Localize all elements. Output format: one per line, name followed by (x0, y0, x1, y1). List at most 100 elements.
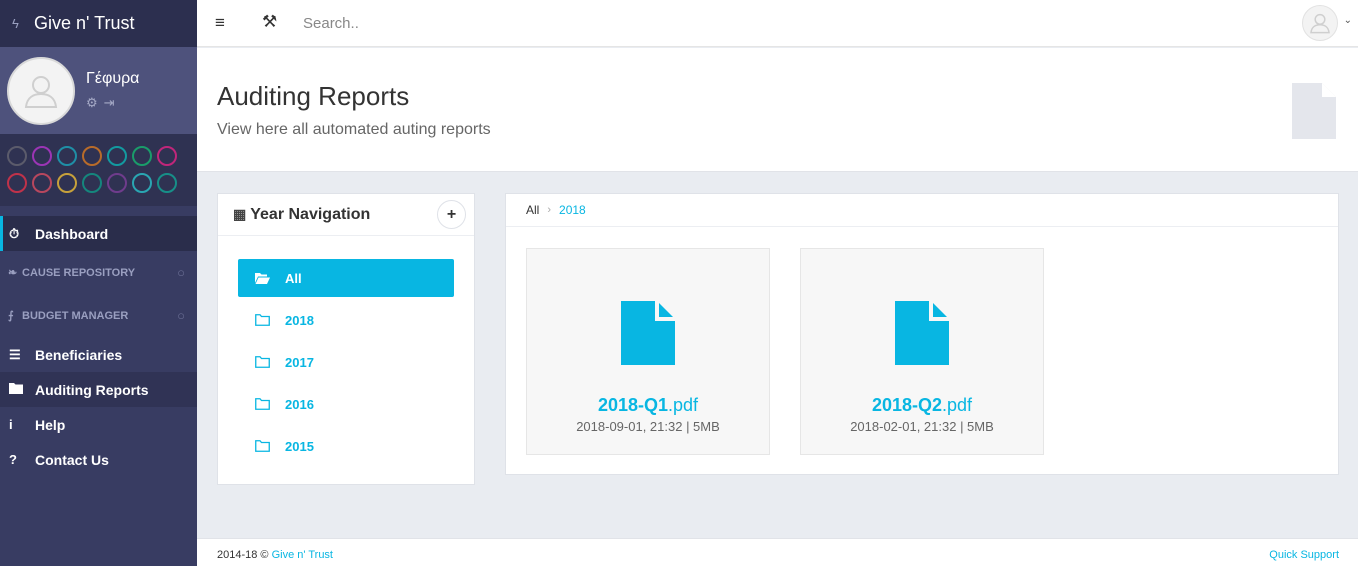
footer: 2014-18 © Give n' Trust Quick Support (197, 538, 1358, 566)
file-name-base: 2018-Q2 (871, 395, 943, 415)
theme-color-swatch[interactable] (157, 173, 177, 193)
theme-color-swatch[interactable] (132, 173, 152, 193)
file-name-base: 2018-Q1 (597, 395, 669, 415)
theme-color-swatch[interactable] (32, 146, 52, 166)
info-icon: i (9, 417, 13, 432)
user-menu-avatar[interactable] (1302, 5, 1338, 41)
sidebar-item-label: Help (35, 416, 66, 433)
user-silhouette-icon (24, 76, 58, 108)
theme-color-swatch[interactable] (82, 146, 102, 166)
stopwatch-icon: ⏱ (9, 225, 20, 241)
theme-color-swatch[interactable] (107, 173, 127, 193)
hamburger-menu-icon[interactable]: ≡ (215, 13, 225, 33)
year-item-label: 2016 (285, 396, 314, 412)
theme-color-swatch[interactable] (57, 146, 77, 166)
tools-icon[interactable]: ⚒ (262, 12, 277, 32)
sidebar-item-dashboard[interactable]: ⏱ Dashboard (0, 216, 197, 251)
year-item[interactable]: 2015 (238, 427, 454, 465)
theme-color-swatch[interactable] (107, 146, 127, 166)
page-subtitle: View here all automated auting reports (217, 121, 491, 138)
theme-row (7, 146, 197, 166)
breadcrumb: All › 2018 (506, 194, 1338, 227)
theme-color-swatch[interactable] (82, 173, 102, 193)
user-actions: ⚙⇥ (86, 95, 121, 111)
theme-color-swatch[interactable] (7, 173, 27, 193)
theme-picker (0, 134, 197, 206)
year-item[interactable]: 2017 (238, 343, 454, 381)
sidebar-section-budget-manager[interactable]: ⨍ BUDGET MANAGER ○ (0, 294, 197, 337)
search-input[interactable] (303, 10, 703, 36)
footer-company-link[interactable]: Give n' Trust (272, 549, 333, 561)
file-icon (621, 301, 675, 365)
folder-icon (9, 382, 35, 397)
file-card[interactable]: 2018-Q1.pdf 2018-09-01, 21:32 | 5MB (526, 248, 770, 455)
user-silhouette-icon (1310, 13, 1330, 34)
year-navigation-header: ▦ Year Navigation + (218, 194, 474, 236)
footer-years: 2014-18 © (217, 549, 269, 561)
files-panel: All › 2018 2018-Q1.pdf 2018-09-01, 21:32… (505, 193, 1339, 475)
folder-open-icon (255, 272, 285, 284)
lightbulb-icon[interactable]: ○ (177, 265, 185, 280)
theme-color-swatch[interactable] (32, 173, 52, 193)
page-header: Auditing Reports View here all automated… (197, 48, 1358, 172)
theme-row (7, 173, 197, 193)
file-meta: 2018-09-01, 21:32 | 5MB (576, 419, 720, 434)
year-item-label: All (285, 270, 302, 286)
quick-support-link[interactable]: Quick Support (1269, 549, 1339, 561)
sidebar-item-help[interactable]: i Help (0, 407, 197, 442)
file-extension: .pdf (668, 395, 699, 415)
theme-color-swatch[interactable] (57, 173, 77, 193)
year-navigation-panel: ▦ Year Navigation + All 2018 2017 2016 2015 (217, 193, 475, 485)
theme-color-swatch[interactable] (7, 146, 27, 166)
file-name[interactable]: 2018-Q1.pdf (527, 395, 769, 416)
sidebar-item-label: Dashboard (35, 225, 109, 242)
year-item-label: 2017 (285, 354, 314, 370)
file-meta: 2018-02-01, 21:32 | 5MB (850, 419, 994, 434)
sidebar-section-label: CAUSE REPOSITORY (22, 266, 136, 279)
gear-icon[interactable]: ⚙ (86, 95, 104, 110)
bolt-icon: ϟ (12, 16, 19, 31)
file-name[interactable]: 2018-Q2.pdf (801, 395, 1043, 416)
user-profile: Γέφυρα ⚙⇥ (0, 47, 197, 134)
breadcrumb-root[interactable]: All (526, 203, 539, 217)
sidebar: ϟ Give n' Trust Γέφυρα ⚙⇥ ⏱ Dashboard ❧ … (0, 0, 197, 566)
folder-icon (255, 398, 285, 410)
cart-icon: ⨍ (8, 310, 14, 322)
sidebar-menu: ⏱ Dashboard ❧ CAUSE REPOSITORY ○ ⨍ BUDGE… (0, 206, 197, 477)
year-item-label: 2015 (285, 438, 314, 454)
sidebar-item-contact-us[interactable]: ? Contact Us (0, 442, 197, 477)
calendar-icon: ▦ (233, 206, 247, 222)
sidebar-section-label: BUDGET MANAGER (22, 309, 129, 322)
sidebar-item-auditing-reports[interactable]: Auditing Reports (0, 372, 197, 407)
logout-icon[interactable]: ⇥ (104, 95, 121, 110)
chevron-right-icon: › (547, 204, 552, 216)
file-icon (895, 301, 949, 365)
list-icon: ☰ (9, 346, 21, 362)
page-title: Auditing Reports (217, 81, 410, 111)
footer-copyright: 2014-18 © Give n' Trust (217, 549, 333, 561)
year-navigation-title: Year Navigation (250, 205, 371, 223)
year-list: All 2018 2017 2016 2015 (218, 236, 474, 465)
sidebar-item-label: Auditing Reports (35, 381, 149, 398)
year-item[interactable]: 2018 (238, 301, 454, 339)
leaf-icon: ❧ (8, 267, 18, 279)
file-extension: .pdf (942, 395, 973, 415)
sidebar-item-beneficiaries[interactable]: ☰ Beneficiaries (0, 337, 197, 372)
year-item[interactable]: All (238, 259, 454, 297)
file-card[interactable]: 2018-Q2.pdf 2018-02-01, 21:32 | 5MB (800, 248, 1044, 455)
breadcrumb-current[interactable]: 2018 (559, 203, 586, 217)
sidebar-section-cause-repository[interactable]: ❧ CAUSE REPOSITORY ○ (0, 251, 197, 294)
sidebar-item-label: Contact Us (35, 451, 109, 468)
top-bar: ≡ ⚒ ⌄ (197, 0, 1358, 47)
user-name: Γέφυρα (86, 70, 140, 87)
year-item[interactable]: 2016 (238, 385, 454, 423)
theme-color-swatch[interactable] (132, 146, 152, 166)
theme-color-swatch[interactable] (157, 146, 177, 166)
lightbulb-icon[interactable]: ○ (177, 308, 185, 323)
sidebar-item-label: Beneficiaries (35, 346, 123, 363)
folder-icon (255, 356, 285, 368)
brand-bar[interactable]: ϟ Give n' Trust (0, 0, 197, 47)
user-avatar[interactable] (7, 57, 75, 125)
add-year-button[interactable]: + (437, 200, 466, 229)
chevron-down-icon[interactable]: ⌄ (1344, 15, 1352, 26)
